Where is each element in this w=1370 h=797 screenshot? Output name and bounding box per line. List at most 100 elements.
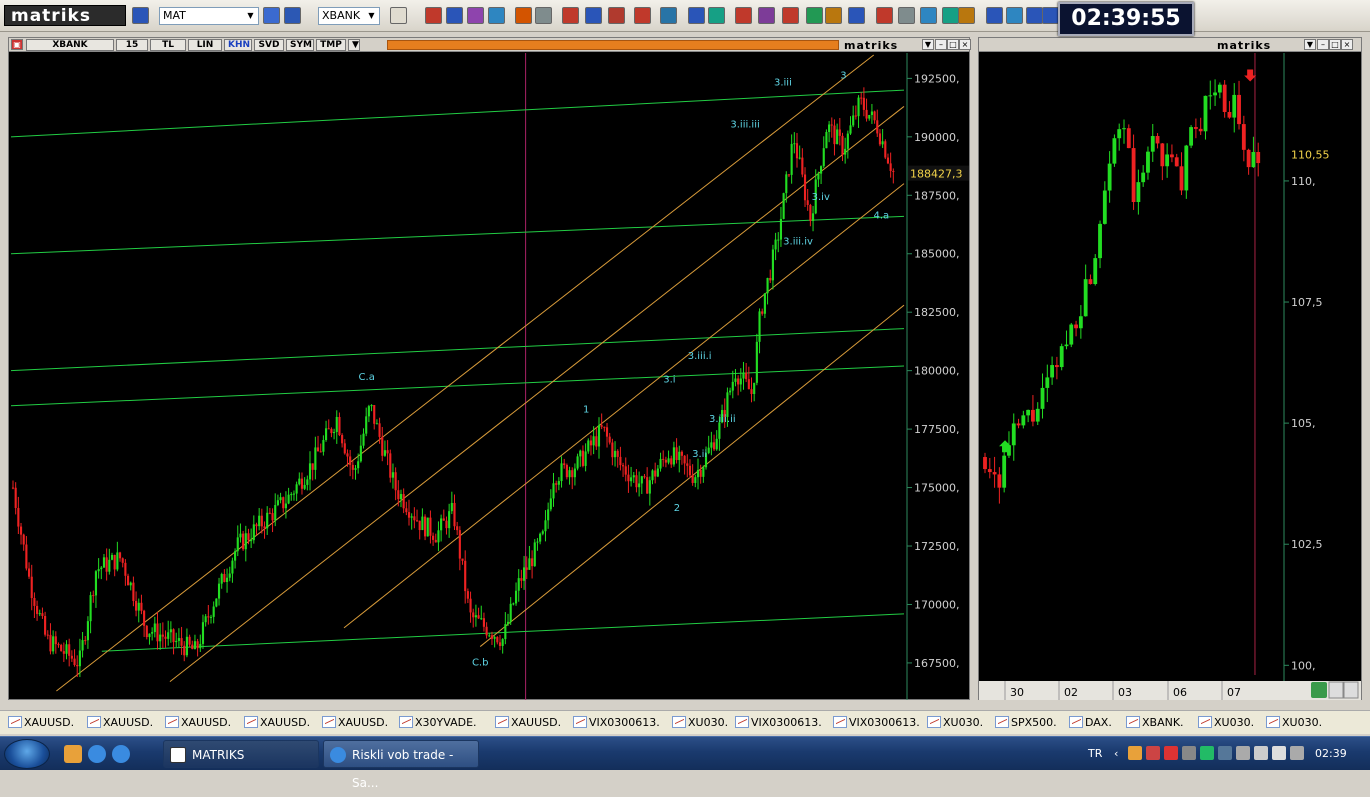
- chart-button-lin[interactable]: LIN: [188, 39, 222, 51]
- toolbar-tool-icon[interactable]: [782, 7, 799, 24]
- toolbar-tool-icon[interactable]: [806, 7, 823, 24]
- xbank-candlestick-chart[interactable]: 192500, 190000, 187500, 185000, 182500, 18000…: [9, 53, 969, 700]
- list-combo[interactable]: MAT ▼: [159, 7, 259, 25]
- maximize-icon[interactable]: □: [947, 39, 959, 50]
- tray-icon[interactable]: [1128, 746, 1142, 760]
- chart-button-15[interactable]: 15: [116, 39, 148, 51]
- symbol-tab[interactable]: XAUUSD.: [87, 715, 153, 731]
- candle: [62, 642, 65, 662]
- toolbar-tool-icon[interactable]: [1006, 7, 1023, 24]
- symbol-combo[interactable]: XBANK ▼: [318, 7, 380, 25]
- volume-icon[interactable]: [1272, 746, 1286, 760]
- toolbar-tool-icon[interactable]: [942, 7, 959, 24]
- toolbar-tool-icon[interactable]: [735, 7, 752, 24]
- tray-icon[interactable]: [1218, 746, 1232, 760]
- toolbar-tool-icon[interactable]: [1026, 7, 1043, 24]
- toolbar-tool-icon[interactable]: [1042, 7, 1059, 24]
- tray-icon[interactable]: [1146, 746, 1160, 760]
- language-indicator[interactable]: TR: [1088, 747, 1102, 760]
- tray-icon[interactable]: [1200, 746, 1214, 760]
- chart-button-tmp[interactable]: TMP: [316, 39, 346, 51]
- start-button[interactable]: [4, 739, 50, 769]
- toolbar-tool-icon[interactable]: [920, 7, 937, 24]
- tray-icon[interactable]: [1182, 746, 1196, 760]
- candle: [640, 475, 643, 494]
- side-candlestick-chart[interactable]: 110, 107,5 105, 102,5 100, 110,55 30 02 03 06 07: [979, 53, 1361, 700]
- symbol-tab[interactable]: XAUUSD.: [495, 715, 561, 731]
- save-icon[interactable]: [132, 7, 149, 24]
- chart-button-tl[interactable]: TL: [150, 39, 186, 51]
- chevron-left-icon[interactable]: ‹: [1114, 747, 1118, 760]
- symbol-tab[interactable]: XU030.: [1198, 715, 1254, 731]
- maximize-icon[interactable]: □: [1329, 39, 1341, 50]
- taskbar-item-browser[interactable]: Riskli vob trade - Sa...: [323, 740, 479, 790]
- symbol-tab[interactable]: XAUUSD.: [165, 715, 231, 731]
- toolbar-tool-icon[interactable]: [585, 7, 602, 24]
- candle: [341, 433, 344, 448]
- toolbar-tool-icon[interactable]: [660, 7, 677, 24]
- chart-button-khn[interactable]: KHN: [224, 39, 252, 51]
- candle: [563, 458, 566, 469]
- close-icon[interactable]: ×: [959, 39, 971, 50]
- chevron-down-icon[interactable]: ▼: [244, 9, 257, 23]
- candle: [365, 407, 368, 437]
- toolbar-tool-icon[interactable]: [425, 7, 442, 24]
- chevron-down-icon[interactable]: ▼: [1304, 39, 1316, 50]
- symbol-tab[interactable]: XU030.: [672, 715, 728, 731]
- toolbar-tool-icon[interactable]: [958, 7, 975, 24]
- toolbar-tool-icon[interactable]: [467, 7, 484, 24]
- minimize-icon[interactable]: –: [935, 39, 947, 50]
- tray-icon[interactable]: [1236, 746, 1250, 760]
- symbol-tab[interactable]: XU030.: [927, 715, 983, 731]
- minimize-icon[interactable]: –: [1317, 39, 1329, 50]
- network-icon[interactable]: [1254, 746, 1268, 760]
- toolbar-tool-icon[interactable]: [848, 7, 865, 24]
- symbol-tab[interactable]: VIX0300613.: [735, 715, 822, 731]
- symbol-tab[interactable]: X30YVADE.: [399, 715, 477, 731]
- window-icon[interactable]: [263, 7, 280, 24]
- toolbar-tool-icon[interactable]: [515, 7, 532, 24]
- toolbar-tool-icon[interactable]: [898, 7, 915, 24]
- toolbar-tool-icon[interactable]: [986, 7, 1003, 24]
- toolbar-tool-icon[interactable]: [758, 7, 775, 24]
- toolbar-tool-icon[interactable]: [688, 7, 705, 24]
- chevron-down-icon[interactable]: ▼: [348, 39, 360, 51]
- info-icon[interactable]: [284, 7, 301, 24]
- toolbar-tool-icon[interactable]: [708, 7, 725, 24]
- toolbar-tool-icon[interactable]: [488, 7, 505, 24]
- taskbar-item-matriks[interactable]: MATRIKS: [163, 740, 319, 768]
- toolbar-tool-icon[interactable]: [825, 7, 842, 24]
- symbol-tab[interactable]: XBANK.: [1126, 715, 1184, 731]
- toolbar-tool-icon[interactable]: [608, 7, 625, 24]
- ie-icon[interactable]: [112, 745, 130, 763]
- candle-body: [263, 526, 266, 529]
- tray-icon[interactable]: [1290, 746, 1304, 760]
- symbol-tab[interactable]: XU030.: [1266, 715, 1322, 731]
- chevron-down-icon[interactable]: ▼: [922, 39, 934, 50]
- symbol-tab[interactable]: SPX500.: [995, 715, 1057, 731]
- chart-button-xbank[interactable]: XBANK: [26, 39, 114, 51]
- symbol-tab[interactable]: XAUUSD.: [8, 715, 74, 731]
- toolbar-tool-icon[interactable]: [634, 7, 651, 24]
- toolbar-tool-icon[interactable]: [446, 7, 463, 24]
- chart-menu-icon[interactable]: ▣: [11, 39, 23, 50]
- symbol-tab[interactable]: DAX.: [1069, 715, 1112, 731]
- symbol-tab[interactable]: VIX0300613.: [573, 715, 660, 731]
- toolbar-tool-icon[interactable]: [876, 7, 893, 24]
- tray-icon[interactable]: [1164, 746, 1178, 760]
- toolbar-tool-icon[interactable]: [535, 7, 552, 24]
- pencil-tool-icon[interactable]: [390, 7, 407, 24]
- ie-icon[interactable]: [88, 745, 106, 763]
- symbol-tab[interactable]: XAUUSD.: [322, 715, 388, 731]
- chevron-down-icon[interactable]: ▼: [365, 9, 378, 23]
- toolbar-tool-icon[interactable]: [562, 7, 579, 24]
- chart-button-svd[interactable]: SVD: [254, 39, 284, 51]
- symbol-tab[interactable]: XAUUSD.: [244, 715, 310, 731]
- candle: [391, 463, 395, 489]
- candle-body: [180, 638, 183, 646]
- symbol-tab[interactable]: VIX0300613.: [833, 715, 920, 731]
- close-icon[interactable]: ×: [1341, 39, 1353, 50]
- folder-icon[interactable]: [64, 745, 82, 763]
- chart-button-sym[interactable]: SYM: [286, 39, 314, 51]
- y-tick-label: 105,: [1291, 417, 1316, 430]
